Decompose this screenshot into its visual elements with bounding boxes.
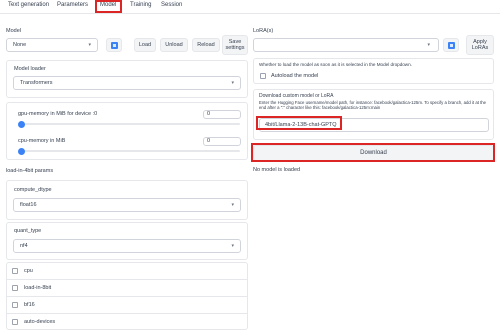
gpu-memory-label: gpu-memory in MiB for device :0 — [18, 111, 98, 117]
tab-model[interactable]: Model — [100, 2, 116, 8]
model-dropdown-value: None — [13, 42, 27, 48]
checkbox-label-cpu: cpu — [24, 268, 33, 274]
compute-dtype-dropdown[interactable]: float16 ▾ — [13, 198, 241, 212]
checkbox-row-load-in-8bit[interactable]: load-in-8bit — [7, 280, 247, 297]
compute-dtype-panel: compute_dtype float16 ▾ — [6, 180, 248, 220]
refresh-lora-button[interactable] — [443, 38, 459, 52]
gpu-memory-slider-track[interactable] — [18, 123, 240, 125]
apply-loras-button[interactable]: Apply LoRAs — [466, 35, 494, 55]
checkbox-row-cpu[interactable]: cpu — [7, 263, 247, 280]
cpu-memory-label: cpu-memory in MiB — [18, 138, 66, 144]
chevron-down-icon: ▾ — [427, 42, 430, 48]
download-description: Enter the Hugging Face username/model pa… — [259, 100, 487, 111]
model-loader-panel: Model loader Transformers ▾ — [6, 60, 248, 98]
checkbox-load-in-8bit[interactable] — [12, 285, 18, 291]
chevron-down-icon: ▾ — [231, 202, 234, 208]
model-loader-label: Model loader — [14, 66, 46, 72]
checkbox-label-bf16: bf16 — [24, 302, 35, 308]
download-path-value: 4bit/Llama-2-13B-chat-GPTQ — [265, 122, 337, 128]
memory-panel: gpu-memory in MiB for device :0 0 cpu-me… — [6, 102, 248, 160]
chevron-down-icon: ▾ — [88, 42, 91, 48]
tab-parameters[interactable]: Parameters — [57, 2, 88, 8]
checkbox-row-bf16[interactable]: bf16 — [7, 297, 247, 314]
checkbox-label-load-in-8bit: load-in-8bit — [24, 285, 52, 291]
download-title: Download custom model or LoRA — [259, 93, 334, 99]
autoload-panel: Whether to load the model as soon as it … — [253, 58, 494, 84]
gpu-memory-slider-handle[interactable] — [18, 120, 25, 128]
refresh-model-button[interactable] — [106, 38, 122, 52]
cpu-memory-slider-handle[interactable] — [18, 147, 25, 155]
compute-dtype-label: compute_dtype — [14, 187, 52, 193]
autoload-hint: Whether to load the model as soon as it … — [259, 62, 412, 67]
model-loader-value: Transformers — [20, 80, 53, 86]
model-status: No model is loaded — [253, 167, 301, 173]
autoload-label: Autoload the model — [271, 73, 319, 79]
reload-button[interactable]: Reload — [192, 38, 220, 52]
checkbox-bf16[interactable] — [12, 302, 18, 308]
chevron-down-icon: ▾ — [231, 243, 234, 249]
checkbox-cpu[interactable] — [12, 268, 18, 274]
lora-label: LoRA(s) — [253, 28, 274, 34]
download-panel: Download custom model or LoRA Enter the … — [253, 89, 494, 140]
lora-dropdown[interactable]: ▾ — [253, 38, 439, 52]
checkbox-label-auto-devices: auto-devices — [24, 319, 56, 325]
load-4bit-params-label: load-in-4bit params — [6, 168, 54, 174]
cpu-memory-input[interactable]: 0 — [203, 137, 241, 146]
tab-text-generation[interactable]: Text generation — [8, 2, 49, 8]
tab-training[interactable]: Training — [130, 2, 151, 8]
download-button[interactable]: Download — [253, 145, 494, 161]
quant-type-dropdown[interactable]: nf4 ▾ — [13, 239, 241, 253]
load-button[interactable]: Load — [134, 38, 156, 52]
gpu-memory-input[interactable]: 0 — [203, 110, 241, 119]
chevron-down-icon: ▾ — [231, 80, 234, 86]
model-dropdown[interactable]: None ▾ — [6, 38, 98, 52]
unload-button[interactable]: Unload — [160, 38, 188, 52]
tab-divider — [0, 13, 500, 14]
save-settings-button[interactable]: Save settings — [222, 35, 248, 55]
compute-dtype-value: float16 — [20, 202, 37, 208]
quant-type-panel: quant_type nf4 ▾ — [6, 222, 248, 260]
model-label: Model — [6, 28, 21, 34]
download-path-input[interactable]: 4bit/Llama-2-13B-chat-GPTQ — [259, 118, 489, 132]
checkbox-auto-devices[interactable] — [12, 319, 18, 325]
checkbox-row-auto-devices[interactable]: auto-devices — [7, 314, 247, 330]
quant-type-label: quant_type — [14, 228, 42, 234]
cpu-memory-slider-track[interactable] — [18, 150, 240, 152]
flags-panel: cpu load-in-8bit bf16 auto-devices — [6, 262, 248, 330]
autoload-checkbox[interactable] — [260, 73, 266, 79]
tab-session[interactable]: Session — [161, 2, 182, 8]
refresh-icon — [110, 41, 118, 49]
model-loader-dropdown[interactable]: Transformers ▾ — [13, 76, 241, 90]
refresh-icon — [447, 41, 455, 49]
quant-type-value: nf4 — [20, 243, 28, 249]
